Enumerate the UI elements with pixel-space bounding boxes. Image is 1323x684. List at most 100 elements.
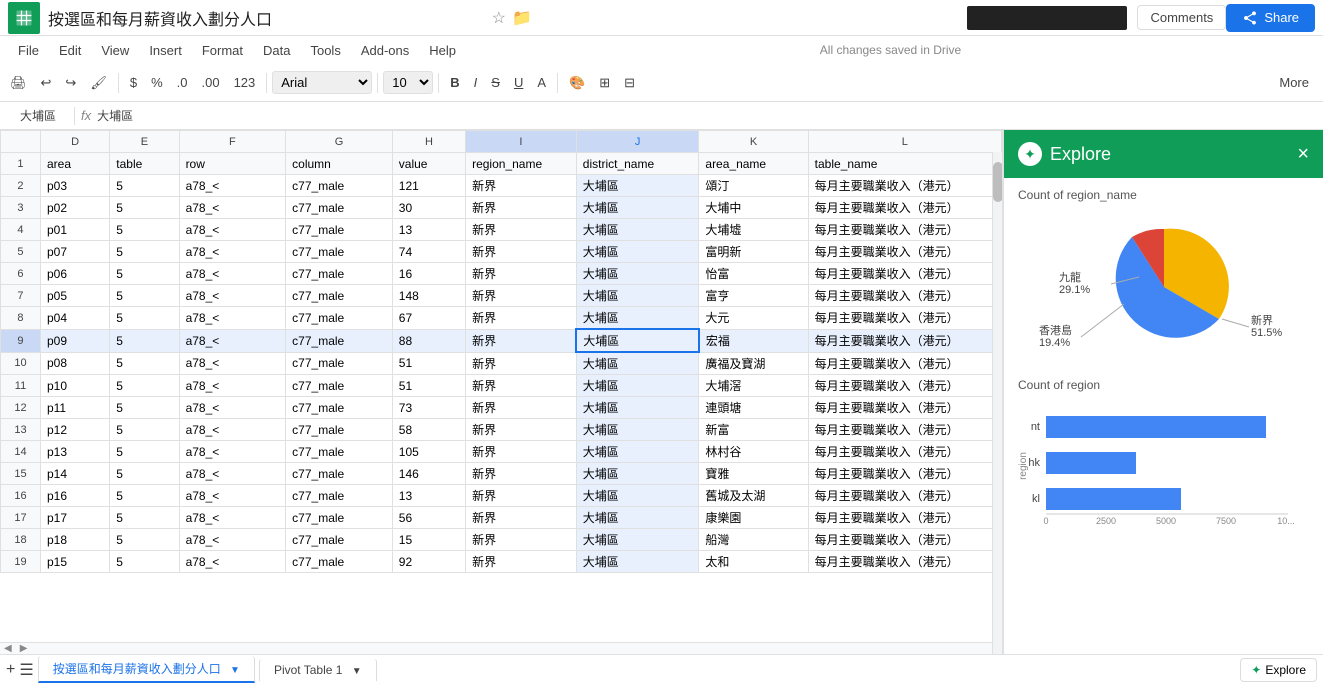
cell-11-4[interactable]: 51 xyxy=(392,375,465,397)
cell-17-0[interactable]: p17 xyxy=(40,507,109,529)
cell-5-3[interactable]: c77_male xyxy=(286,241,393,263)
cell-1-3[interactable]: column xyxy=(286,153,393,175)
col-header-L[interactable]: L xyxy=(808,131,1001,153)
sheet2-dropdown[interactable]: ▼ xyxy=(352,666,362,677)
cell-15-5[interactable]: 新界 xyxy=(466,463,577,485)
cell-13-2[interactable]: a78_< xyxy=(179,419,286,441)
cell-17-5[interactable]: 新界 xyxy=(466,507,577,529)
cell-9-2[interactable]: a78_< xyxy=(179,329,286,352)
cell-19-4[interactable]: 92 xyxy=(392,551,465,573)
cell-16-6[interactable]: 大埔區 xyxy=(576,485,699,507)
cell-9-7[interactable]: 宏福 xyxy=(699,329,808,352)
merge-button[interactable]: ⊟ xyxy=(618,71,641,95)
cell-10-1[interactable]: 5 xyxy=(110,352,179,375)
cell-19-6[interactable]: 大埔區 xyxy=(576,551,699,573)
cell-11-2[interactable]: a78_< xyxy=(179,375,286,397)
cell-6-4[interactable]: 16 xyxy=(392,263,465,285)
cell-13-1[interactable]: 5 xyxy=(110,419,179,441)
cell-3-7[interactable]: 大埔中 xyxy=(699,197,808,219)
cell-1-0[interactable]: area xyxy=(40,153,109,175)
cell-2-2[interactable]: a78_< xyxy=(179,175,286,197)
cell-13-5[interactable]: 新界 xyxy=(466,419,577,441)
cell-15-2[interactable]: a78_< xyxy=(179,463,286,485)
col-header-I[interactable]: I xyxy=(466,131,577,153)
cell-18-3[interactable]: c77_male xyxy=(286,529,393,551)
cell-14-7[interactable]: 林村谷 xyxy=(699,441,808,463)
cell-3-8[interactable]: 每月主要職業收入（港元） xyxy=(808,197,1001,219)
menu-tools[interactable]: Tools xyxy=(300,39,350,62)
folder-icon[interactable]: 📁 xyxy=(512,8,532,28)
cell-8-8[interactable]: 每月主要職業收入（港元） xyxy=(808,307,1001,330)
cell-12-4[interactable]: 73 xyxy=(392,397,465,419)
cell-3-2[interactable]: a78_< xyxy=(179,197,286,219)
cell-15-6[interactable]: 大埔區 xyxy=(576,463,699,485)
font-size-select[interactable]: 10 xyxy=(383,71,433,94)
cell-10-2[interactable]: a78_< xyxy=(179,352,286,375)
cell-19-1[interactable]: 5 xyxy=(110,551,179,573)
cell-11-5[interactable]: 新界 xyxy=(466,375,577,397)
formula-input[interactable]: 大埔區 xyxy=(97,109,1315,123)
cell-17-8[interactable]: 每月主要職業收入（港元） xyxy=(808,507,1001,529)
cell-16-0[interactable]: p16 xyxy=(40,485,109,507)
cell-8-0[interactable]: p04 xyxy=(40,307,109,330)
cell-4-5[interactable]: 新界 xyxy=(466,219,577,241)
col-header-H[interactable]: H xyxy=(392,131,465,153)
cell-9-6[interactable]: 大埔區 xyxy=(576,329,699,352)
percent-button[interactable]: % xyxy=(145,71,169,94)
cell-16-1[interactable]: 5 xyxy=(110,485,179,507)
cell-10-7[interactable]: 廣福及寶湖 xyxy=(699,352,808,375)
format-123-button[interactable]: 123 xyxy=(228,71,262,94)
cell-5-5[interactable]: 新界 xyxy=(466,241,577,263)
cell-14-0[interactable]: p13 xyxy=(40,441,109,463)
col-header-J[interactable]: J xyxy=(576,131,699,153)
cell-1-1[interactable]: table xyxy=(110,153,179,175)
cell-2-8[interactable]: 每月主要職業收入（港元） xyxy=(808,175,1001,197)
decimal-decrease-button[interactable]: .0 xyxy=(171,71,194,94)
cell-6-3[interactable]: c77_male xyxy=(286,263,393,285)
cell-13-7[interactable]: 新富 xyxy=(699,419,808,441)
cell-7-4[interactable]: 148 xyxy=(392,285,465,307)
cell-2-4[interactable]: 121 xyxy=(392,175,465,197)
sheet1-dropdown[interactable]: ▼ xyxy=(230,665,240,676)
cell-11-7[interactable]: 大埔滘 xyxy=(699,375,808,397)
cell-10-8[interactable]: 每月主要職業收入（港元） xyxy=(808,352,1001,375)
cell-15-8[interactable]: 每月主要職業收入（港元） xyxy=(808,463,1001,485)
italic-button[interactable]: I xyxy=(468,71,484,94)
cell-12-1[interactable]: 5 xyxy=(110,397,179,419)
cell-19-2[interactable]: a78_< xyxy=(179,551,286,573)
cell-17-3[interactable]: c77_male xyxy=(286,507,393,529)
cell-7-6[interactable]: 大埔區 xyxy=(576,285,699,307)
print-button[interactable]: 🖨 xyxy=(4,71,33,95)
underline-button[interactable]: U xyxy=(508,71,529,94)
cell-16-8[interactable]: 每月主要職業收入（港元） xyxy=(808,485,1001,507)
cell-7-5[interactable]: 新界 xyxy=(466,285,577,307)
bold-button[interactable]: B xyxy=(444,71,465,94)
cell-1-6[interactable]: district_name xyxy=(576,153,699,175)
cell-13-8[interactable]: 每月主要職業收入（港元） xyxy=(808,419,1001,441)
cell-14-3[interactable]: c77_male xyxy=(286,441,393,463)
cell-8-1[interactable]: 5 xyxy=(110,307,179,330)
cell-18-6[interactable]: 大埔區 xyxy=(576,529,699,551)
cell-2-6[interactable]: 大埔區 xyxy=(576,175,699,197)
more-button[interactable]: More xyxy=(1269,71,1319,94)
col-header-D[interactable]: D xyxy=(40,131,109,153)
cell-14-8[interactable]: 每月主要職業收入（港元） xyxy=(808,441,1001,463)
col-header-K[interactable]: K xyxy=(699,131,808,153)
add-sheet-button[interactable]: + xyxy=(6,661,15,679)
cell-9-0[interactable]: p09 xyxy=(40,329,109,352)
cell-6-1[interactable]: 5 xyxy=(110,263,179,285)
menu-addons[interactable]: Add-ons xyxy=(351,39,419,62)
cell-16-3[interactable]: c77_male xyxy=(286,485,393,507)
star-icon[interactable]: ☆ xyxy=(492,8,506,28)
cell-reference-input[interactable]: 大埔區 xyxy=(8,109,68,123)
cell-17-1[interactable]: 5 xyxy=(110,507,179,529)
cell-5-4[interactable]: 74 xyxy=(392,241,465,263)
menu-edit[interactable]: Edit xyxy=(49,39,91,62)
cell-6-5[interactable]: 新界 xyxy=(466,263,577,285)
cell-4-3[interactable]: c77_male xyxy=(286,219,393,241)
cell-5-8[interactable]: 每月主要職業收入（港元） xyxy=(808,241,1001,263)
cell-8-7[interactable]: 大元 xyxy=(699,307,808,330)
cell-4-1[interactable]: 5 xyxy=(110,219,179,241)
cell-12-3[interactable]: c77_male xyxy=(286,397,393,419)
cell-13-3[interactable]: c77_male xyxy=(286,419,393,441)
